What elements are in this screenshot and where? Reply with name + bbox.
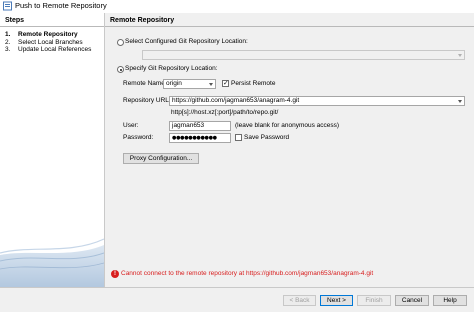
repository-url-value: https://github.com/jagman653/anagram-4.g… xyxy=(172,97,300,104)
password-label: Password: xyxy=(123,134,154,141)
help-button[interactable]: Help xyxy=(433,295,467,306)
chevron-down-icon xyxy=(209,83,213,86)
panel-heading-divider xyxy=(105,26,474,27)
app-icon xyxy=(3,1,12,11)
step-item-select-local-branches: 2. Select Local Branches xyxy=(5,39,91,47)
chevron-down-icon xyxy=(458,100,462,103)
finish-button[interactable]: Finish xyxy=(357,295,391,306)
remote-repository-panel: Remote Repository Select Configured Git … xyxy=(105,13,474,287)
specify-location-radio[interactable] xyxy=(117,66,124,73)
steps-heading: Steps xyxy=(5,17,25,24)
window-title: Push to Remote Repository xyxy=(15,1,107,10)
wizard-button-bar: < Back Next > Finish Cancel Help xyxy=(0,288,474,312)
configured-location-radio[interactable] xyxy=(117,39,124,46)
step-label: Select Local Branches xyxy=(18,38,83,46)
save-password-checkbox[interactable] xyxy=(235,134,242,141)
configured-location-label: Select Configured Git Repository Locatio… xyxy=(125,38,248,45)
step-number: 2. xyxy=(5,38,11,46)
user-hint: (leave blank for anonymous access) xyxy=(235,122,340,129)
password-input[interactable]: ●●●●●●●●●●● xyxy=(169,133,231,143)
remote-name-select[interactable]: origin xyxy=(163,79,216,89)
step-item-remote-repository: 1. Remote Repository xyxy=(5,31,91,39)
chevron-down-icon xyxy=(458,54,462,57)
wizard-decoration-graphic xyxy=(0,238,104,287)
user-label: User: xyxy=(123,122,139,129)
cancel-button[interactable]: Cancel xyxy=(395,295,429,306)
save-password-label: Save Password xyxy=(244,134,290,141)
configured-location-select[interactable] xyxy=(142,50,465,60)
steps-list: 1. Remote Repository 2. Select Local Branc… xyxy=(5,31,91,54)
repository-url-combobox[interactable]: https://github.com/jagman653/anagram-4.g… xyxy=(169,96,465,106)
password-value: ●●●●●●●●●●● xyxy=(172,135,217,141)
next-button[interactable]: Next > xyxy=(320,295,353,306)
title-bar: Push to Remote Repository xyxy=(0,0,474,12)
step-number: 1. xyxy=(5,31,11,38)
step-label: Remote Repository xyxy=(18,31,78,38)
steps-panel: Steps 1. Remote Repository 2. Select Local… xyxy=(0,13,104,287)
step-item-update-local-references: 3. Update Local References xyxy=(5,46,91,54)
persist-remote-label: Persist Remote xyxy=(231,80,276,87)
specify-location-label: Specify Git Repository Location: xyxy=(125,65,218,72)
panel-heading: Remote Repository xyxy=(110,17,175,24)
steps-heading-divider xyxy=(0,26,104,27)
step-number: 3. xyxy=(5,46,11,53)
error-icon: ! xyxy=(111,270,119,278)
repository-url-label: Repository URL: xyxy=(123,97,171,104)
back-button[interactable]: < Back xyxy=(283,295,316,306)
user-value: jagman653 xyxy=(172,122,205,129)
remote-name-label: Remote Name: xyxy=(123,80,167,87)
persist-remote-checkbox[interactable] xyxy=(222,79,229,88)
remote-name-value: origin xyxy=(166,80,182,87)
error-message: Cannot connect to the remote repository … xyxy=(121,270,374,277)
repository-url-hint: http[s]://host.xz[:port]/path/to/repo.gi… xyxy=(171,109,279,116)
step-label: Update Local References xyxy=(18,46,92,53)
proxy-configuration-button[interactable]: Proxy Configuration... xyxy=(123,153,199,164)
user-input[interactable]: jagman653 xyxy=(169,121,231,131)
